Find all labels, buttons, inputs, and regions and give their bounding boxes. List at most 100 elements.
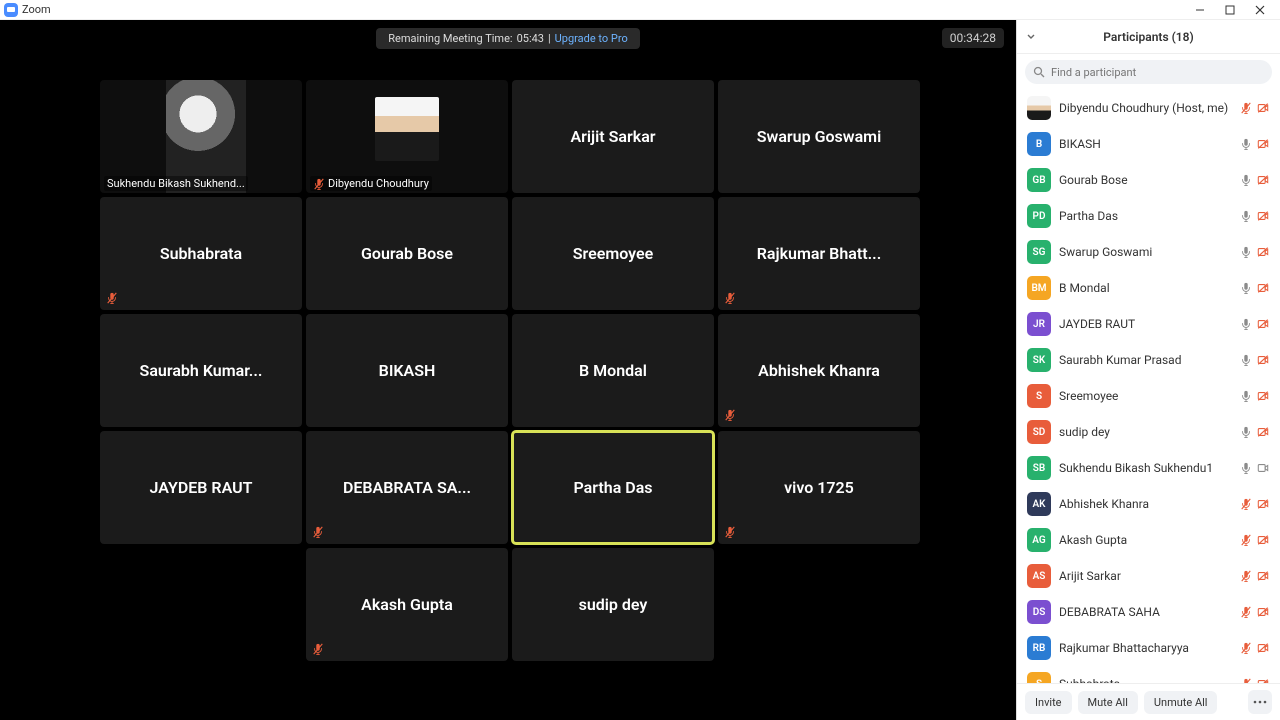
remaining-time-value: 05:43 [517,32,544,45]
mic-on-icon [1240,174,1252,186]
camera-off-icon [1256,138,1270,150]
tile-name-label: Swarup Goswami [751,127,887,146]
participant-row[interactable]: RBRajkumar Bhattacharyya [1017,630,1280,666]
mic-muted-icon [312,526,324,538]
participant-name: Swarup Goswami [1059,245,1232,259]
participant-row[interactable]: Dibyendu Choudhury (Host, me) [1017,90,1280,126]
video-tile[interactable]: Saurabh Kumar... [100,314,302,427]
tile-name-label: B Mondal [573,361,653,380]
search-icon [1033,66,1045,78]
video-tile[interactable]: B Mondal [512,314,714,427]
mic-muted-icon [1240,570,1252,582]
mic-muted-icon [106,292,118,304]
camera-off-icon [1256,246,1270,258]
close-button[interactable] [1252,2,1268,18]
more-options-button[interactable] [1248,690,1272,714]
avatar: JR [1027,312,1051,336]
mic-muted-icon [1240,606,1252,618]
mic-on-icon [1240,318,1252,330]
mute-all-button[interactable]: Mute All [1078,691,1138,714]
remaining-time-label: Remaining Meeting Time: [388,32,512,45]
participant-search-input[interactable] [1051,66,1264,79]
video-tile[interactable]: Abhishek Khanra [718,314,920,427]
video-tile[interactable]: Sreemoyee [512,197,714,310]
video-tile[interactable]: Arijit Sarkar [512,80,714,193]
tile-name-label: BIKASH [373,361,442,380]
camera-off-icon [1256,606,1270,618]
video-tile[interactable]: vivo 1725 [718,431,920,544]
participant-name: Abhishek Khanra [1059,497,1232,511]
participant-row[interactable]: PDPartha Das [1017,198,1280,234]
mic-muted-icon [724,526,736,538]
minimize-button[interactable] [1192,2,1208,18]
video-tile[interactable]: sudip dey [512,548,714,661]
participant-row[interactable]: ASArijit Sarkar [1017,558,1280,594]
participant-name: Saurabh Kumar Prasad [1059,353,1232,367]
invite-button[interactable]: Invite [1025,691,1072,714]
participant-row[interactable]: SSreemoyee [1017,378,1280,414]
participant-name: Sreemoyee [1059,389,1232,403]
mic-on-icon [1240,138,1252,150]
tile-name-label: Subhabrata [154,244,248,263]
participants-list[interactable]: Dibyendu Choudhury (Host, me)BBIKASHGBGo… [1017,90,1280,683]
avatar: RB [1027,636,1051,660]
participant-row[interactable]: SBSukhendu Bikash Sukhendu1 [1017,450,1280,486]
participant-row[interactable]: DSDEBABRATA SAHA [1017,594,1280,630]
video-tile[interactable]: Swarup Goswami [718,80,920,193]
video-tile[interactable]: Akash Gupta [306,548,508,661]
camera-off-icon [1256,282,1270,294]
camera-off-icon [1256,318,1270,330]
participant-row[interactable]: SKSaurabh Kumar Prasad [1017,342,1280,378]
maximize-button[interactable] [1222,2,1238,18]
participant-row[interactable]: BBIKASH [1017,126,1280,162]
mic-on-icon [1240,390,1252,402]
video-tile[interactable]: Rajkumar Bhatt... [718,197,920,310]
video-tile[interactable]: Subhabrata [100,197,302,310]
collapse-panel-button[interactable] [1025,31,1037,43]
participant-video [375,97,439,161]
upgrade-link[interactable]: Upgrade to Pro [555,32,628,45]
mic-on-icon [1240,354,1252,366]
participant-row[interactable]: AGAkash Gupta [1017,522,1280,558]
tile-name-label: Rajkumar Bhatt... [751,244,888,263]
participants-title: Participants (18) [1103,30,1193,44]
participant-row[interactable]: GBGourab Bose [1017,162,1280,198]
participant-search[interactable] [1025,60,1272,84]
mic-muted-icon [1240,102,1252,114]
tile-name-label: Dibyendu Choudhury [310,176,432,191]
video-tile[interactable]: Partha Das [512,431,714,544]
video-tile[interactable]: Sukhendu Bikash Sukhend... [100,80,302,193]
mic-muted-icon [1240,534,1252,546]
avatar: DS [1027,600,1051,624]
zoom-logo-icon [4,3,18,17]
participant-row[interactable]: SG Swarup Goswami [1017,234,1280,270]
mic-muted-icon [1240,642,1252,654]
avatar: GB [1027,168,1051,192]
avatar [1027,96,1051,120]
participant-row[interactable]: AKAbhishek Khanra [1017,486,1280,522]
participant-name: sudip dey [1059,425,1232,439]
tile-name-label: sudip dey [573,595,654,614]
tile-name-label: Sukhendu Bikash Sukhend... [104,176,248,191]
mic-muted-icon [1240,498,1252,510]
participant-row[interactable]: SDsudip dey [1017,414,1280,450]
video-tile[interactable]: JAYDEB RAUT [100,431,302,544]
mic-on-icon [1240,462,1252,474]
participant-row[interactable]: JRJAYDEB RAUT [1017,306,1280,342]
participant-name: B Mondal [1059,281,1232,295]
camera-off-icon [1256,210,1270,222]
tile-name-label: JAYDEB RAUT [144,478,259,497]
video-tile[interactable]: Dibyendu Choudhury [306,80,508,193]
video-tile[interactable]: Gourab Bose [306,197,508,310]
camera-off-icon [1256,498,1270,510]
participant-row[interactable]: BMB Mondal [1017,270,1280,306]
mic-muted-icon [313,178,325,190]
camera-off-icon [1256,390,1270,402]
avatar: SG [1027,240,1051,264]
video-tile[interactable]: BIKASH [306,314,508,427]
tile-name-label: vivo 1725 [778,478,860,497]
unmute-all-button[interactable]: Unmute All [1144,691,1218,714]
mic-on-icon [1240,426,1252,438]
participant-row[interactable]: SSubhabrata [1017,666,1280,683]
video-tile[interactable]: DEBABRATA SA... [306,431,508,544]
